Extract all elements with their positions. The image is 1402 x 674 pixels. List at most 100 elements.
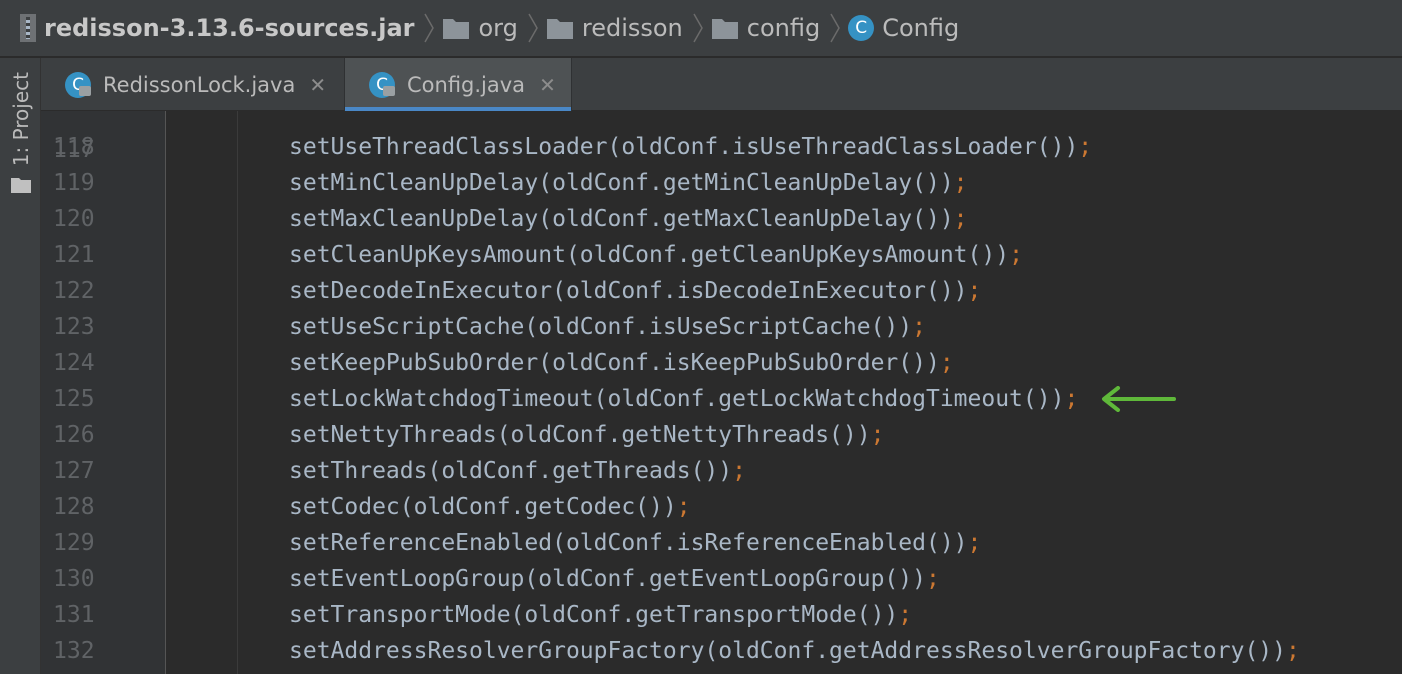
code-semicolon: ;	[676, 494, 691, 520]
code-line[interactable]: 127 setThreads(oldConf.getThreads());	[0, 453, 1402, 489]
code-statement: setAddressResolverGroupFactory(oldConf.g…	[289, 638, 1286, 664]
code-text: setMinCleanUpDelay(oldConf.getMinCleanUp…	[289, 165, 968, 201]
code-statement: setUseScriptCache(oldConf.isUseScriptCac…	[289, 314, 913, 340]
code-text: setNettyThreads(oldConf.getNettyThreads(…	[289, 417, 884, 453]
breadcrumb-redisson[interactable]: redisson	[546, 14, 683, 42]
breadcrumb-org[interactable]: org	[442, 14, 518, 42]
folder-icon	[443, 19, 470, 39]
code-semicolon: ;	[912, 314, 926, 340]
line-number: 132	[53, 638, 95, 664]
chevron-right-icon	[424, 13, 435, 43]
code-statement: setReferenceEnabled(oldConf.isReferenceE…	[289, 530, 968, 556]
chevron-right-icon	[693, 13, 703, 43]
line-number: 118	[53, 134, 95, 160]
close-icon[interactable]: ✕	[309, 73, 326, 97]
folder-icon	[711, 19, 738, 39]
code-text: setAddressResolverGroupFactory(oldConf.g…	[289, 633, 1300, 669]
code-line[interactable]: 125 setLockWatchdogTimeout(oldConf.getLoc…	[0, 381, 1402, 417]
code-statement: setMinCleanUpDelay(oldConf.getMinCleanUp…	[289, 170, 954, 196]
class-icon: C	[369, 71, 395, 98]
lock-icon	[383, 85, 395, 96]
code-text: setUseThreadClassLoader(oldConf.isUseThr…	[289, 129, 1092, 165]
line-number: 123	[53, 314, 95, 340]
line-number: 129	[53, 530, 95, 556]
close-icon[interactable]: ✕	[539, 73, 556, 97]
breadcrumb-jar[interactable]: redisson-3.13.6-sources.jar	[20, 14, 414, 42]
code-statement: setCleanUpKeysAmount(oldConf.getCleanUpK…	[289, 242, 1010, 268]
breadcrumb-jar-label: redisson-3.13.6-sources.jar	[44, 14, 415, 42]
code-line[interactable]: 123 setUseScriptCache(oldConf.isUseScript…	[0, 309, 1402, 345]
jar-icon	[20, 14, 36, 42]
lock-icon	[79, 85, 91, 96]
code-text: setEventLoopGroup(oldConf.getEventLoopGr…	[289, 561, 940, 597]
line-number: 119	[53, 170, 95, 196]
code-text: setCleanUpKeysAmount(oldConf.getCleanUpK…	[289, 237, 1023, 273]
code-statement: setEventLoopGroup(oldConf.getEventLoopGr…	[289, 566, 926, 592]
code-line[interactable]: 128 setCodec(oldConf.getCodec());	[0, 489, 1402, 525]
code-semicolon: ;	[1078, 134, 1093, 160]
breadcrumb-org-label: org	[478, 14, 518, 42]
line-number: 131	[53, 602, 95, 628]
code-line[interactable]: 122 setDecodeInExecutor(oldConf.isDecodeI…	[0, 273, 1402, 309]
tab-config-label: Config.java	[407, 72, 526, 97]
code-line[interactable]: 119 setMinCleanUpDelay(oldConf.getMinClea…	[0, 165, 1402, 201]
breadcrumb: redisson-3.13.6-sources.jar org redisson…	[0, 0, 1402, 57]
code-semicolon: ;	[1064, 386, 1079, 412]
code-semicolon: ;	[898, 602, 913, 628]
tab-redissonlock-label: RedissonLock.java	[103, 72, 296, 97]
code-statement: setMaxCleanUpDelay(oldConf.getMaxCleanUp…	[289, 206, 954, 232]
code-line[interactable]: 120 setMaxCleanUpDelay(oldConf.getMaxClea…	[0, 201, 1402, 237]
code-text: setReferenceEnabled(oldConf.isReferenceE…	[289, 525, 981, 561]
code-text: setLockWatchdogTimeout(oldConf.getLockWa…	[289, 381, 1078, 417]
code-line-partial: 117	[0, 96, 1402, 163]
line-number: 125	[53, 386, 95, 412]
breadcrumb-config-class[interactable]: C Config	[848, 14, 959, 42]
code-semicolon: ;	[967, 530, 982, 556]
code-line[interactable]: 124 setKeepPubSubOrder(oldConf.isKeepPubS…	[0, 345, 1402, 381]
code-semicolon: ;	[939, 350, 954, 376]
line-number: 120	[53, 206, 95, 232]
code-semicolon: ;	[1286, 638, 1300, 664]
code-text: setTransportMode(oldConf.getTransportMod…	[289, 597, 912, 633]
class-icon: C	[65, 71, 91, 98]
code-text: setMaxCleanUpDelay(oldConf.getMaxCleanUp…	[289, 201, 968, 237]
line-number: 128	[53, 494, 95, 520]
line-number: 124	[53, 350, 95, 376]
code-line[interactable]: 126 setNettyThreads(oldConf.getNettyThrea…	[0, 417, 1402, 453]
code-statement: setThreads(oldConf.getThreads())	[289, 458, 733, 484]
code-statement: setKeepPubSubOrder(oldConf.isKeepPubSubO…	[289, 350, 940, 376]
breadcrumb-config-label: config	[746, 14, 821, 42]
code-text: setKeepPubSubOrder(oldConf.isKeepPubSubO…	[289, 345, 954, 381]
code-line[interactable]: 118 setUseThreadClassLoader(oldConf.isUse…	[0, 129, 1402, 165]
folder-icon	[546, 19, 573, 39]
line-number: 126	[53, 422, 95, 448]
class-icon: C	[848, 15, 875, 41]
arrow-left-icon	[1102, 386, 1176, 412]
code-statement: setTransportMode(oldConf.getTransportMod…	[289, 602, 899, 628]
line-number: 127	[53, 458, 95, 484]
code-semicolon: ;	[953, 170, 968, 196]
code-semicolon: ;	[1009, 242, 1023, 268]
breadcrumb-redisson-label: redisson	[581, 14, 683, 42]
code-line[interactable]: 121 setCleanUpKeysAmount(oldConf.getClean…	[0, 237, 1402, 273]
code-line[interactable]: 131 setTransportMode(oldConf.getTransport…	[0, 597, 1402, 633]
code-semicolon: ;	[732, 458, 746, 484]
code-statement: setCodec(oldConf.getCodec())	[289, 494, 677, 520]
code-text: setDecodeInExecutor(oldConf.isDecodeInEx…	[289, 273, 981, 309]
code-text: setUseScriptCache(oldConf.isUseScriptCac…	[289, 309, 926, 345]
code-statement: setUseThreadClassLoader(oldConf.isUseThr…	[289, 134, 1079, 160]
breadcrumb-config-class-label: Config	[882, 14, 960, 42]
code-statement: setDecodeInExecutor(oldConf.isDecodeInEx…	[289, 278, 968, 304]
code-statement: setLockWatchdogTimeout(oldConf.getLockWa…	[289, 386, 1065, 412]
code-semicolon: ;	[925, 566, 940, 592]
chevron-right-icon	[830, 13, 841, 43]
code-line[interactable]: 130 setEventLoopGroup(oldConf.getEventLoo…	[0, 561, 1402, 597]
code-text: setThreads(oldConf.getThreads());	[289, 453, 746, 489]
code-line[interactable]: 129 setReferenceEnabled(oldConf.isReferen…	[0, 525, 1402, 561]
code-text: setCodec(oldConf.getCodec());	[289, 489, 691, 525]
breadcrumb-config[interactable]: config	[711, 14, 820, 42]
code-semicolon: ;	[870, 422, 885, 448]
line-number: 130	[53, 566, 95, 592]
code-line[interactable]: 132 setAddressResolverGroupFactory(oldCon…	[0, 633, 1402, 669]
line-number: 121	[53, 242, 95, 268]
